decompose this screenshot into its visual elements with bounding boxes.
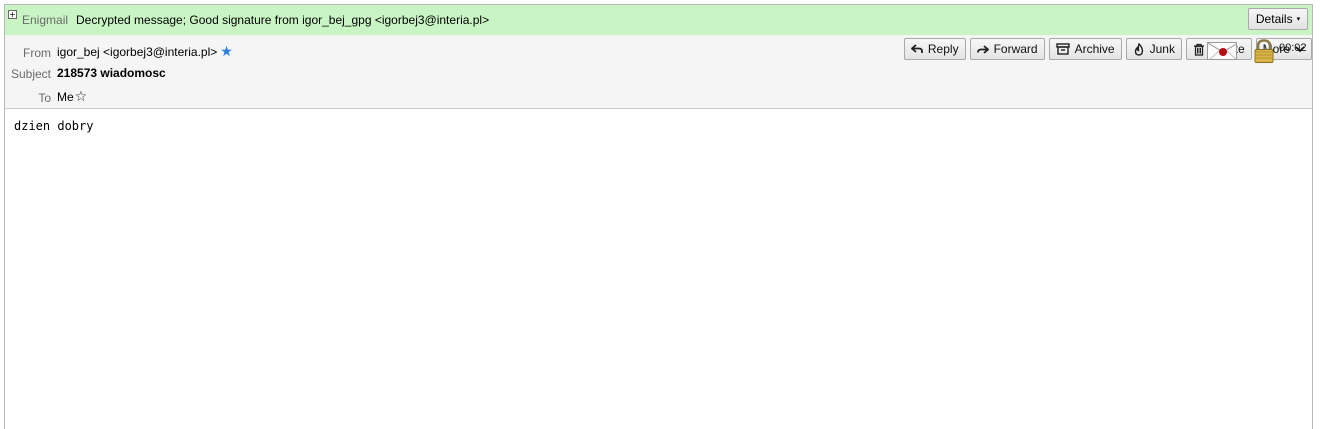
forward-button[interactable]: Forward [969, 38, 1045, 60]
enigmail-label: Enigmail [22, 13, 69, 27]
archive-label: Archive [1074, 42, 1115, 56]
archive-box-icon [1055, 43, 1070, 55]
from-field[interactable]: igor_bej <igorbej3@interia.pl> ★ [57, 45, 233, 59]
enigmail-status-bar: + Enigmail Decrypted message; Good signa… [5, 5, 1312, 35]
blue-star-icon[interactable]: ★ [220, 45, 233, 59]
forward-arrow-icon [976, 45, 989, 54]
outline-star-icon[interactable]: ☆ [75, 90, 88, 104]
trash-icon [1193, 43, 1204, 56]
message-body-text: dzien dobry [14, 119, 94, 133]
forward-label: Forward [993, 42, 1038, 56]
envelope-flap-icon [1208, 43, 1236, 59]
reply-label: Reply [927, 42, 959, 56]
message-header: From igor_bej <igorbej3@interia.pl> ★ Su… [5, 35, 1312, 109]
message-time: 00:02 [1279, 42, 1307, 54]
reply-button[interactable]: Reply [903, 38, 966, 60]
padlock-icon[interactable] [1253, 39, 1275, 63]
reply-arrow-icon [910, 44, 923, 53]
enigmail-status-message: Decrypted message; Good signature from i… [76, 13, 490, 27]
from-label: From [23, 46, 51, 60]
to-field[interactable]: Me ☆ [57, 90, 87, 104]
details-caret-icon: ▾ [1296, 16, 1301, 23]
junk-button[interactable]: Junk [1125, 38, 1182, 60]
subject-label: Subject [10, 67, 51, 81]
details-button-label: Details [1255, 12, 1293, 26]
sealed-envelope-icon[interactable] [1207, 42, 1237, 60]
to-label: To [38, 91, 51, 105]
message-pane: + Enigmail Decrypted message; Good signa… [4, 4, 1313, 429]
message-toolbar: Reply Forward Archive Junk More [903, 38, 1312, 60]
details-button[interactable]: Details ▾ [1248, 8, 1308, 30]
subject-value: 218573 wiadomosc [57, 66, 166, 80]
from-value[interactable]: igor_bej <igorbej3@interia.pl> [57, 45, 217, 59]
expand-toggle-icon[interactable]: + [8, 10, 17, 19]
junk-flame-icon [1134, 42, 1143, 56]
archive-button[interactable]: Archive [1048, 38, 1122, 60]
to-value[interactable]: Me [57, 90, 74, 104]
junk-label: Junk [1149, 42, 1175, 56]
